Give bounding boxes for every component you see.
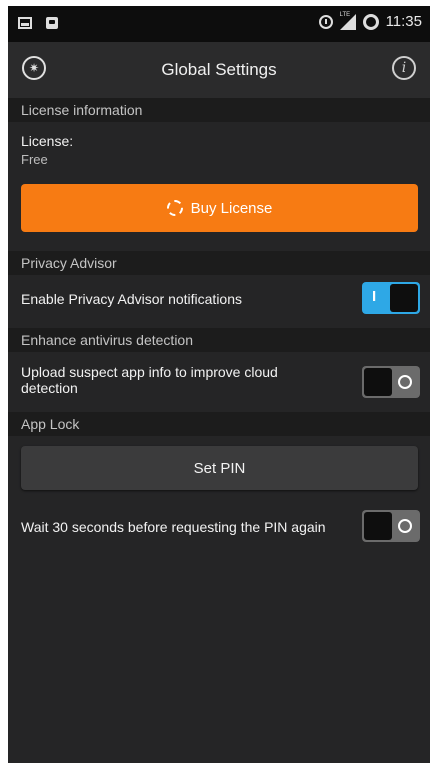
toggle-knob — [364, 512, 392, 540]
section-header-app-lock: App Lock — [8, 412, 430, 436]
section-header-license: License information — [8, 98, 430, 122]
info-icon[interactable]: i — [392, 56, 416, 80]
status-time: 11:35 — [385, 13, 422, 30]
set-pin-label: Set PIN — [193, 459, 246, 477]
status-bar: LTE 11:35 — [8, 6, 430, 42]
buy-license-button[interactable]: Buy License — [21, 184, 418, 232]
cloud-detection-label-line1: Upload suspect app info to improve cloud — [21, 364, 278, 380]
license-label: License: — [21, 133, 74, 149]
section-header-privacy: Privacy Advisor — [8, 251, 430, 275]
privacy-notifications-label: Enable Privacy Advisor notifications — [21, 291, 242, 307]
signal-icon: LTE — [339, 11, 356, 30]
alarm-icon — [318, 14, 333, 29]
cloud-detection-label-line2: detection — [21, 380, 78, 396]
license-value: Free — [21, 152, 48, 167]
toggle-on-mark: I — [372, 288, 377, 305]
app-bar: ✷ Global Settings i — [8, 42, 430, 98]
battery-icon — [362, 13, 379, 30]
toggle-knob — [390, 284, 418, 312]
gear-icon — [166, 200, 183, 216]
page-title: Global Settings — [161, 60, 277, 79]
set-pin-button[interactable]: Set PIN — [21, 446, 418, 490]
toggle-knob — [364, 368, 392, 396]
cloud-detection-label: Upload suspect app info to improve cloud… — [21, 364, 278, 396]
toggle-off-mark — [398, 519, 412, 533]
pin-delay-label: Wait 30 seconds before requesting the PI… — [21, 519, 326, 535]
gallery-icon — [18, 17, 32, 29]
section-header-antivirus: Enhance antivirus detection — [8, 328, 430, 352]
buy-license-label: Buy License — [190, 199, 273, 217]
bag-icon — [46, 17, 58, 29]
network-type-label: LTE — [339, 11, 351, 18]
cloud-detection-toggle[interactable] — [362, 366, 420, 398]
app-screen: LTE 11:35 ✷ Global Settings i License in… — [8, 6, 430, 763]
privacy-notifications-toggle[interactable]: I — [362, 282, 420, 314]
info-glyph: i — [401, 60, 407, 76]
pin-delay-toggle[interactable] — [362, 510, 420, 542]
toggle-off-mark — [398, 375, 412, 389]
